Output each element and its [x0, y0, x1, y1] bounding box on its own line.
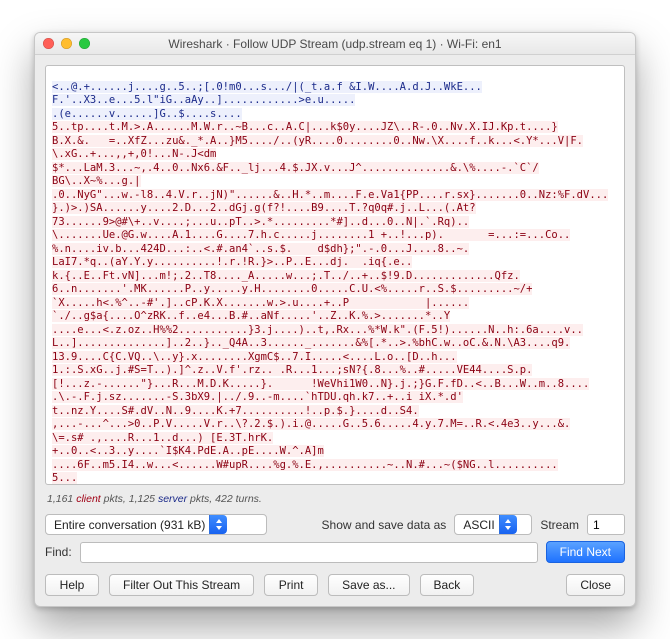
stream-line: ....e...<.z.oz..H%%2...........}3.j....)… — [52, 324, 583, 336]
close-window-icon[interactable] — [43, 38, 54, 49]
stream-line: 6..n.......'.MK......P..y.....y.H.......… — [52, 283, 532, 295]
stream-content-pane[interactable]: <..@.+......j....g..5..;[.0!m0...s.../|(… — [45, 65, 625, 485]
back-button[interactable]: Back — [420, 574, 475, 596]
print-button[interactable]: Print — [264, 574, 318, 596]
stream-line: %.n....iv.b...424D...:..<.#.an4`..s.$. d… — [52, 243, 469, 255]
stream-line: .(e......v......]G..$....s.... — [52, 108, 242, 120]
stream-line: LaI7.*q..(aY.Y.y..........!.r.!R.}>..P..… — [52, 256, 412, 268]
find-label: Find: — [45, 545, 72, 559]
stream-line: 5... — [52, 472, 77, 484]
traffic-lights — [43, 38, 90, 49]
stream-line: `X.....h<.%^..-#'.]..cP.K.X.......w.>.u.… — [52, 297, 469, 309]
stream-line: .0..NyG"...w.-l8..4.V.r..jN)"......&..H.… — [52, 189, 608, 201]
stream-line: L..]..............]..2..}.._Q4A..3......… — [52, 337, 570, 349]
stream-line: 13.9....C{C.VQ..\..y}.x........XgmC$..7.… — [52, 351, 457, 363]
stream-line: 73......9>@#\+..v....;...u..pT..>.*.....… — [52, 216, 469, 228]
find-input[interactable] — [80, 542, 538, 563]
chevron-updown-icon — [209, 515, 227, 534]
stream-line: F.'..X3..e...5.l"iG..aAy..]............>… — [52, 94, 355, 106]
stream-line: .\.-.F.j.sz.......-S.3bX9.|../.9..-m....… — [52, 391, 463, 403]
stream-line: k.{..E..Ft.vN]...m!;.2..T8...._A.....w..… — [52, 270, 520, 282]
packet-stats: 1,161 client pkts, 1,125 server pkts, 42… — [47, 493, 623, 505]
stream-line: }.)>.)SA......y....2.D...2..dGj.g(f?!...… — [52, 202, 476, 214]
stream-dump-text: <..@.+......j....g..5..;[.0!m0...s.../|(… — [52, 81, 618, 486]
conversation-select[interactable]: Entire conversation (931 kB) — [45, 514, 267, 535]
stream-line: 1.:.S.xG..j.#S=T..).]^.z..V.f'.rz.. .R..… — [52, 364, 532, 376]
stream-line: \.......Ue.@G.w....A.1....G....7.h.c....… — [52, 229, 570, 241]
close-button[interactable]: Close — [566, 574, 625, 596]
stream-line: ,...-...^...>0..P.V.....V.r..\?.2.$.).i.… — [52, 418, 570, 430]
stream-line: \=.s# .,....R...1..d...) [E.3T.hrK. — [52, 432, 273, 444]
stream-line: <..@.+......j....g..5..;[.0!m0...s.../|(… — [52, 81, 482, 93]
stream-line: B.X.&. =..XfZ...zu&._*.A..}M5..../..(yR.… — [52, 135, 583, 147]
stream-line: \.xG..+...,,+,0!...N-.J<dm — [52, 148, 216, 160]
stream-line: BG\..X~%...g.| — [52, 175, 141, 187]
titlebar: Wireshark · Follow UDP Stream (udp.strea… — [35, 33, 635, 55]
show-save-label: Show and save data as — [322, 518, 447, 532]
window-title: Wireshark · Follow UDP Stream (udp.strea… — [168, 37, 501, 51]
minimize-window-icon[interactable] — [61, 38, 72, 49]
format-select[interactable]: ASCII — [454, 514, 532, 535]
stream-line: `./..g$a{....O^zRK..f..e4...B.#..aNf....… — [52, 310, 450, 322]
find-next-button[interactable]: Find Next — [546, 541, 625, 563]
stream-line: ....6F..m5.I4..w...<......W#upR....%g.%.… — [52, 459, 558, 471]
stream-line: t..nz.Y....S#.dV..N..9....K.+7..........… — [52, 405, 419, 417]
dialog-window: Wireshark · Follow UDP Stream (udp.strea… — [34, 32, 636, 607]
chevron-updown-icon — [499, 515, 517, 534]
stream-line: 5..tp....t.M.>.A......M.W.r..~B...c..A.C… — [52, 121, 558, 133]
stream-line: +..0..<..3..y....`I$K4.PdE.A..pE....W.^.… — [52, 445, 324, 457]
stream-label: Stream — [540, 518, 579, 532]
save-as-button[interactable]: Save as... — [328, 574, 409, 596]
help-button[interactable]: Help — [45, 574, 99, 596]
stream-number-input[interactable] — [587, 514, 625, 535]
zoom-window-icon[interactable] — [79, 38, 90, 49]
filter-out-button[interactable]: Filter Out This Stream — [109, 574, 254, 596]
stream-line: [!...z.-......"}...R...M.D.K.....}. !WeV… — [52, 378, 589, 390]
stream-line: $*...LaM.3...~,.4..0..Nx6.&F.._lj...4.$.… — [52, 162, 539, 174]
